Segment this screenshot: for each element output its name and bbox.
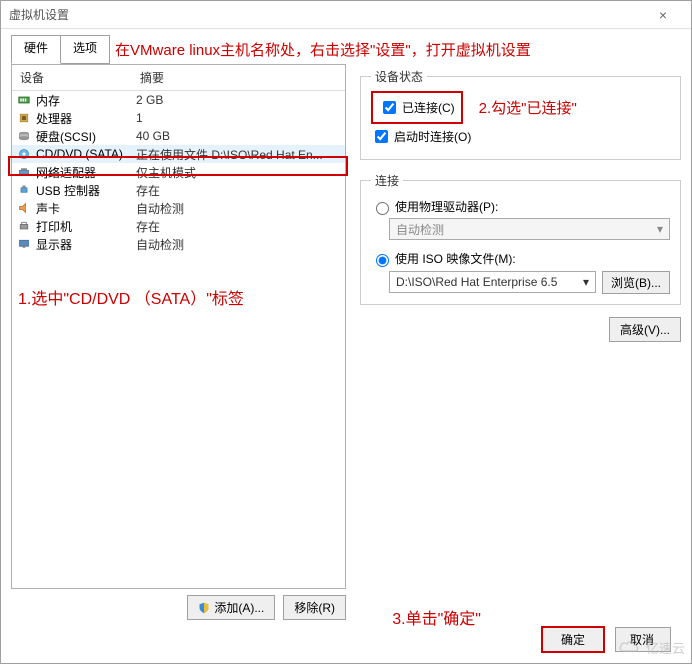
connect-on-start-checkbox[interactable] [375, 130, 388, 143]
device-row-usb[interactable]: USB 控制器 存在 [12, 181, 345, 199]
disk-icon [16, 129, 32, 143]
cd-icon [16, 147, 32, 161]
use-physical-radio[interactable] [376, 202, 389, 215]
header-device: 设备 [20, 69, 140, 86]
device-state-legend: 设备状态 [371, 68, 427, 85]
use-physical-row[interactable]: 使用物理驱动器(P): [371, 198, 670, 215]
device-row-memory[interactable]: 内存 2 GB [12, 91, 345, 109]
tab-bar: 硬件 选项 在VMware linux主机名称处，右击选择"设置"，打开虚拟机设… [1, 29, 691, 64]
device-row-disk[interactable]: 硬盘(SCSI) 40 GB [12, 127, 345, 145]
physical-drive-dropdown: 自动检测 ▾ [389, 218, 670, 240]
right-column: 设备状态 已连接(C) 2.勾选"已连接" 启动时连接(O) 连接 [360, 64, 681, 620]
usb-icon [16, 183, 32, 197]
sound-icon [16, 201, 32, 215]
titlebar: 虚拟机设置 × [1, 1, 691, 29]
watermark: 亿速云 [618, 638, 685, 657]
network-icon [16, 165, 32, 179]
use-iso-row[interactable]: 使用 ISO 映像文件(M): [371, 250, 670, 267]
use-iso-radio[interactable] [376, 254, 389, 267]
annotation-step1: 1.选中"CD/DVD （SATA）"标签 [18, 285, 244, 309]
printer-icon [16, 219, 32, 233]
cloud-icon [618, 639, 640, 656]
device-row-printer[interactable]: 打印机 存在 [12, 217, 345, 235]
device-state-group: 设备状态 已连接(C) 2.勾选"已连接" 启动时连接(O) [360, 68, 681, 160]
annotation-step2: 2.勾选"已连接" [479, 97, 577, 118]
ok-button[interactable]: 确定 [541, 626, 605, 653]
device-row-cddvd[interactable]: CD/DVD (SATA) 正在使用文件 D:\ISO\Red Hat En..… [12, 145, 345, 163]
device-row-cpu[interactable]: 处理器 1 [12, 109, 345, 127]
chevron-down-icon: ▾ [657, 222, 663, 236]
tab-hardware[interactable]: 硬件 [11, 35, 61, 64]
cpu-icon [16, 111, 32, 125]
connection-legend: 连接 [371, 172, 403, 189]
annotation-step3: 3.单击"确定" [392, 605, 481, 629]
device-buttons: 添加(A)... 移除(R) [11, 589, 346, 620]
display-icon [16, 237, 32, 251]
connected-checkbox-row[interactable]: 已连接(C) [379, 98, 455, 117]
shield-icon [198, 602, 210, 614]
connection-group: 连接 使用物理驱动器(P): 自动检测 ▾ 使用 ISO 映像文件(M): D:… [360, 172, 681, 305]
settings-dialog: 虚拟机设置 × 硬件 选项 在VMware linux主机名称处，右击选择"设置… [0, 0, 692, 664]
chevron-down-icon: ▾ [583, 275, 589, 289]
header-summary: 摘要 [140, 69, 337, 86]
remove-button[interactable]: 移除(R) [283, 595, 346, 620]
device-list: 设备 摘要 内存 2 GB 处理器 1 硬盘(SCSI) 40 GB [11, 64, 346, 589]
memory-icon [16, 93, 32, 107]
iso-path-dropdown[interactable]: D:\ISO\Red Hat Enterprise 6.5 ▾ [389, 271, 596, 293]
annotation-top: 在VMware linux主机名称处，右击选择"设置"，打开虚拟机设置 [109, 35, 537, 64]
tab-options[interactable]: 选项 [60, 35, 110, 64]
device-row-display[interactable]: 显示器 自动检测 [12, 235, 345, 253]
device-row-network[interactable]: 网络适配器 仅主机模式 [12, 163, 345, 181]
connect-on-start-row[interactable]: 启动时连接(O) [371, 127, 670, 146]
browse-button[interactable]: 浏览(B)... [602, 271, 670, 294]
connected-checkbox[interactable] [383, 101, 396, 114]
device-row-sound[interactable]: 声卡 自动检测 [12, 199, 345, 217]
close-icon[interactable]: × [643, 7, 683, 23]
add-button[interactable]: 添加(A)... [187, 595, 275, 620]
left-column: 设备 摘要 内存 2 GB 处理器 1 硬盘(SCSI) 40 GB [11, 64, 346, 620]
connected-highlight: 已连接(C) [371, 91, 463, 124]
device-list-header: 设备 摘要 [12, 65, 345, 91]
advanced-button[interactable]: 高级(V)... [609, 317, 681, 342]
window-title: 虚拟机设置 [9, 6, 69, 23]
